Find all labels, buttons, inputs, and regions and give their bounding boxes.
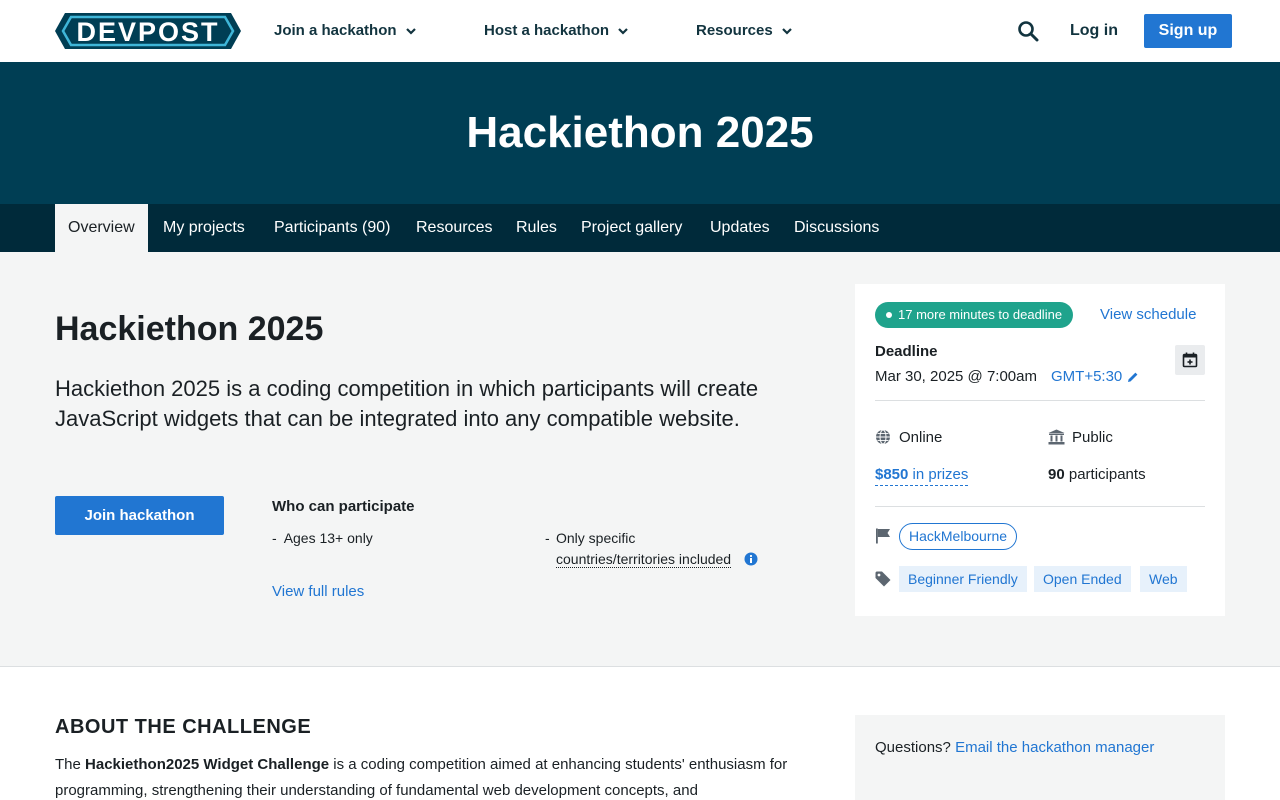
ages-dash: - — [272, 530, 277, 546]
signup-button[interactable]: Sign up — [1144, 14, 1232, 48]
who-can-participate-title: Who can participate — [272, 498, 415, 515]
overview-description: Hackiethon 2025 is a coding competition … — [55, 376, 759, 431]
about-challenge-heading: ABOUT THE CHALLENGE — [55, 716, 312, 738]
overview-title: Hackiethon 2025 — [55, 310, 324, 348]
deadline-label: Deadline — [875, 343, 938, 360]
globe-icon — [876, 429, 890, 445]
tag-icon — [875, 571, 891, 587]
prize-amount: $850 — [875, 466, 909, 483]
participant-suffix: participants — [1068, 466, 1146, 483]
view-schedule-link[interactable]: View schedule — [1100, 306, 1196, 323]
about-intro-prefix: The — [55, 756, 86, 773]
participant-number: 90 — [1048, 466, 1065, 483]
countdown-text: 17 more minutes to deadline — [898, 307, 1063, 322]
hero-title: Hackiethon 2025 — [466, 108, 814, 157]
institution-icon — [1048, 429, 1065, 445]
ages-text: Ages 13+ only — [283, 530, 373, 546]
nav-host-label: Host a hackathon — [484, 22, 610, 39]
questions-prefix: Questions? — [875, 739, 951, 756]
status-dot-icon — [886, 312, 892, 318]
add-to-calendar-button[interactable] — [1175, 345, 1205, 375]
tab-discussions[interactable]: Discussions — [781, 204, 892, 252]
flag-icon — [876, 528, 890, 544]
chevron-down-icon — [781, 27, 792, 35]
theme-tag-web[interactable]: Web — [1140, 566, 1187, 592]
countdown-badge: 17 more minutes to deadline — [875, 302, 1074, 328]
hackathon-info-card: 17 more minutes to deadline View schedul… — [855, 284, 1225, 616]
nav-join-hackathon[interactable]: Join a hackathon — [274, 22, 417, 39]
tab-my-projects[interactable]: My projects — [150, 204, 258, 252]
about-challenge-text: The Hackiethon2025 Widget Challenge is a… — [55, 752, 825, 800]
divider — [875, 400, 1205, 401]
join-hackathon-button[interactable]: Join hackathon — [55, 496, 224, 535]
nav-join-label: Join a hackathon — [274, 22, 397, 39]
timezone-link[interactable]: GMT+5:30 — [1051, 368, 1139, 385]
questions-box: Questions? Email the hackathon manager — [855, 715, 1225, 800]
nav-host-hackathon[interactable]: Host a hackathon — [484, 22, 629, 39]
visibility-text: Public — [1072, 429, 1113, 446]
prize-suffix: in prizes — [912, 466, 969, 483]
countries-dash: - — [545, 530, 550, 546]
tab-overview[interactable]: Overview — [55, 204, 148, 252]
tab-project-gallery[interactable]: Project gallery — [568, 204, 695, 252]
prizes-link[interactable]: $850 in prizes — [875, 466, 969, 486]
devpost-logo[interactable]: DEVPOST — [55, 13, 241, 49]
login-link[interactable]: Log in — [1070, 22, 1118, 40]
tab-updates[interactable]: Updates — [697, 204, 783, 252]
nav-resources-label: Resources — [696, 22, 773, 39]
calendar-add-icon — [1182, 352, 1198, 368]
eligibility-ages: - Ages 13+ only — [272, 530, 373, 546]
theme-tag-beginner-friendly[interactable]: Beginner Friendly — [899, 566, 1027, 592]
about-challenge-name: Hackiethon2025 Widget Challenge — [85, 756, 330, 773]
timezone-text: GMT+5:30 — [1051, 368, 1123, 385]
hero-banner: Hackiethon 2025 — [0, 62, 1280, 204]
tab-participants[interactable]: Participants (90) — [261, 204, 404, 252]
logo-text: DEVPOST — [76, 17, 219, 47]
info-icon[interactable] — [744, 552, 758, 566]
questions-line: Questions? Email the hackathon manager — [875, 739, 1154, 756]
view-full-rules-link[interactable]: View full rules — [272, 583, 364, 600]
search-icon[interactable] — [1017, 20, 1039, 42]
top-navigation: DEVPOST Join a hackathon Host a hackatho… — [0, 0, 1280, 62]
eligibility-countries-line1: Only specific — [556, 530, 636, 546]
tab-resources[interactable]: Resources — [403, 204, 505, 252]
eligibility-countries-link[interactable]: countries/territories included — [556, 551, 732, 568]
email-manager-link[interactable]: Email the hackathon manager — [955, 739, 1154, 756]
host-organization-tag[interactable]: HackMelbourne — [899, 523, 1018, 550]
location-text: Online — [899, 429, 943, 446]
participants-count: 90 participants — [1048, 466, 1146, 483]
nav-resources[interactable]: Resources — [696, 22, 793, 39]
divider — [875, 506, 1205, 507]
tab-rules[interactable]: Rules — [503, 204, 570, 252]
theme-tag-open-ended[interactable]: Open Ended — [1034, 566, 1131, 592]
chevron-down-icon — [405, 27, 416, 35]
pencil-icon — [1128, 372, 1138, 382]
hackathon-tabs: Overview My projects Participants (90) R… — [0, 204, 1280, 252]
deadline-date: Mar 30, 2025 @ 7:00am — [875, 368, 1037, 385]
chevron-down-icon — [618, 27, 628, 35]
